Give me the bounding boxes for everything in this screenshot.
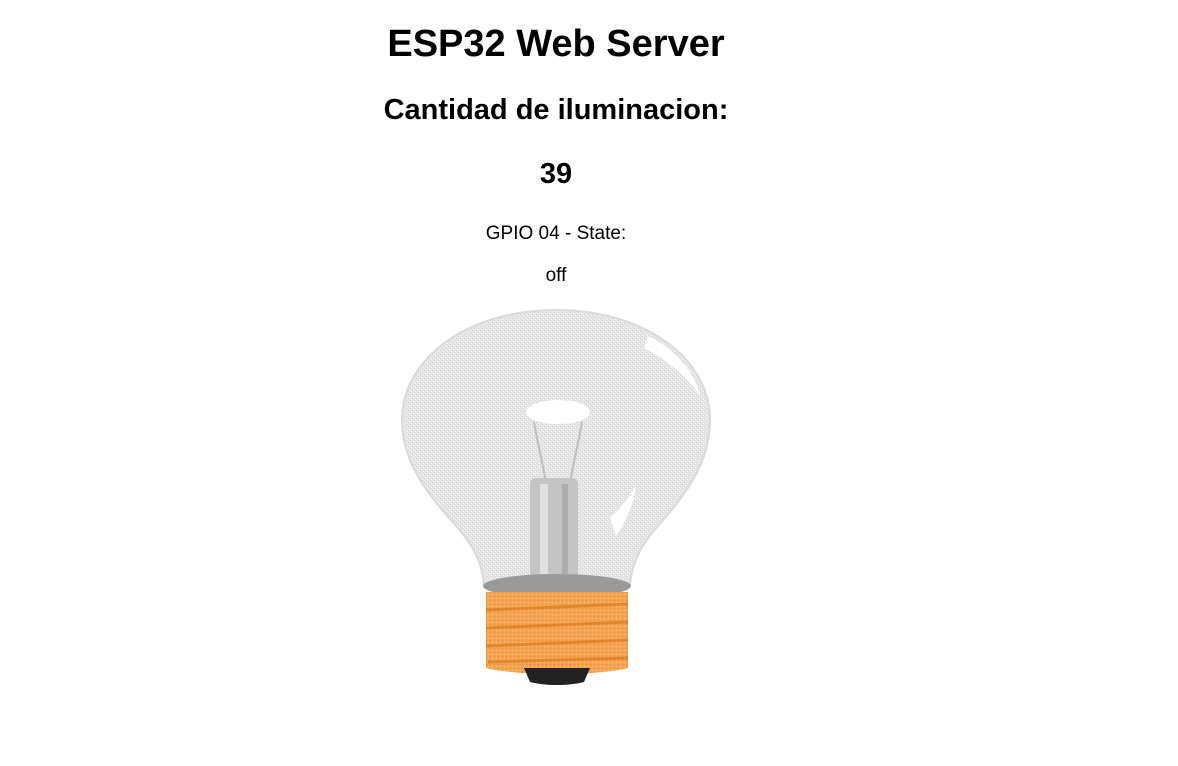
illumination-value: 39 — [539, 158, 573, 190]
gpio-state-label: GPIO 04 - State: — [485, 223, 627, 244]
illumination-heading: Cantidad de iluminacion: — [383, 94, 729, 126]
esp32-web-page: ESP32 Web Server Cantidad de iluminacion… — [0, 0, 1178, 766]
bulb-contact-tip — [524, 668, 590, 685]
lightbulb-off-icon[interactable] — [398, 308, 714, 686]
gpio-state-value: off — [545, 265, 567, 286]
bulb-stem — [530, 478, 578, 578]
bulb-inner-highlight — [526, 400, 590, 424]
page-title: ESP32 Web Server — [387, 23, 725, 65]
